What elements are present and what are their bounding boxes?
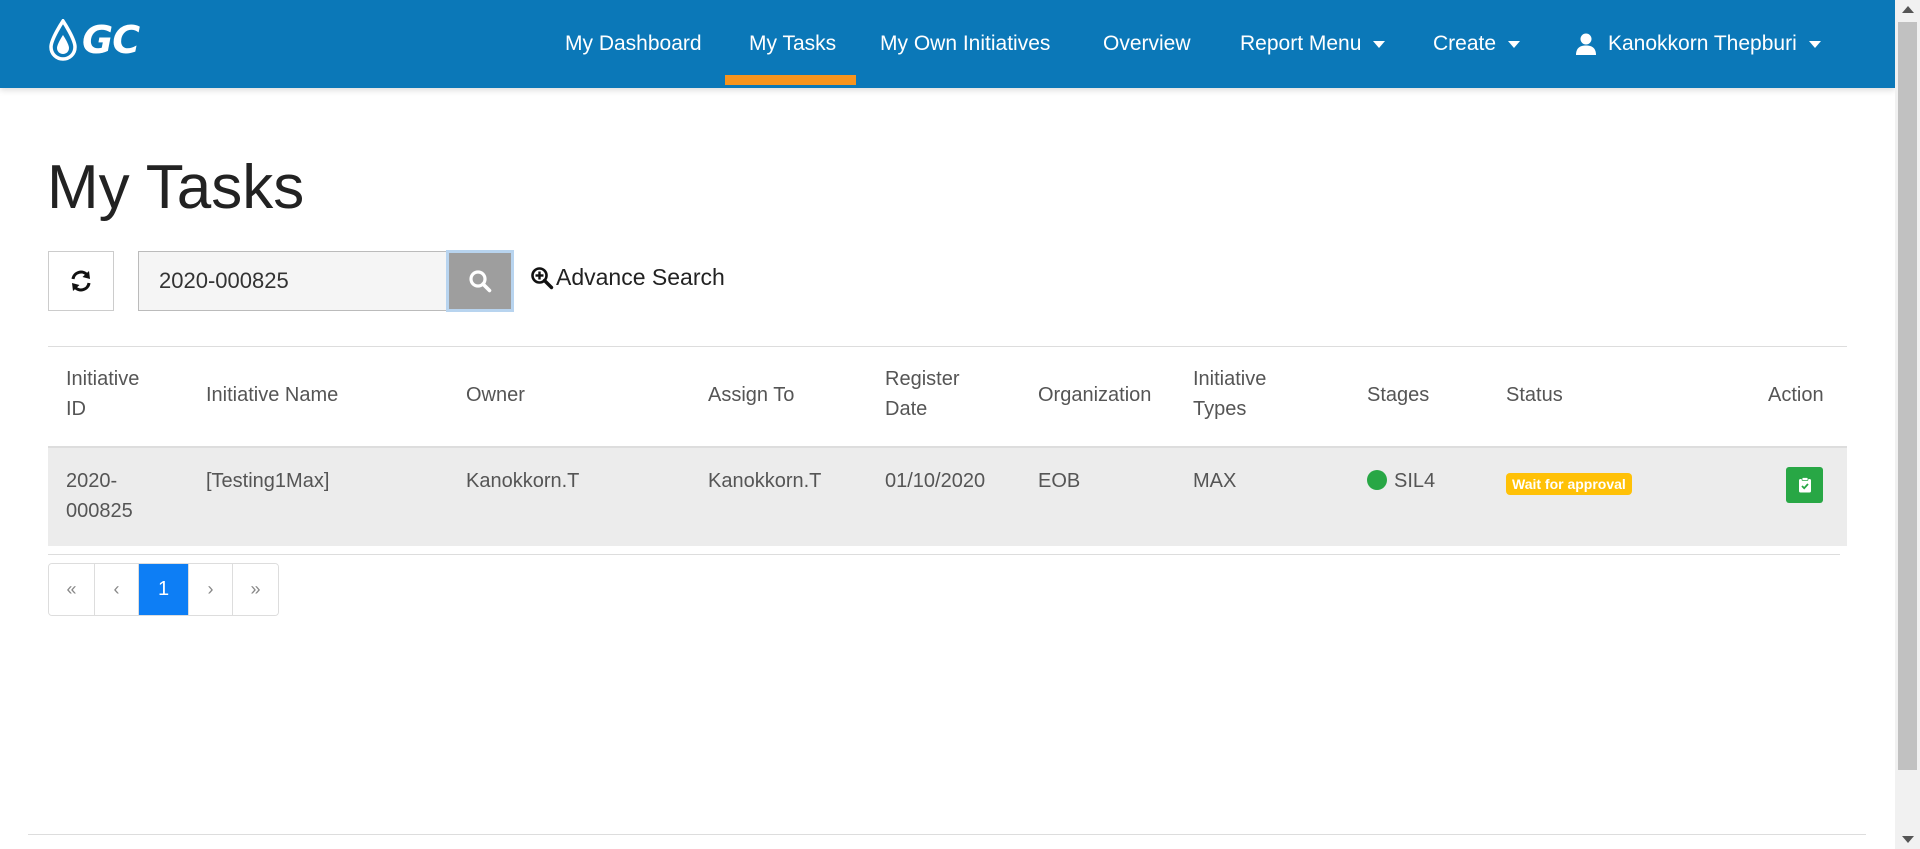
cell-initiative-name: [Testing1Max] [206,470,330,492]
footer-divider [28,834,1866,835]
nav-my-own-initiatives-label: My Own Initiatives [880,32,1051,55]
scroll-thumb[interactable] [1898,22,1917,770]
search-input[interactable] [138,251,448,311]
vertical-scrollbar[interactable] [1895,0,1920,849]
cell-assign-to: Kanokkorn.T [708,470,822,492]
refresh-icon [71,270,91,292]
page-title: My Tasks [47,153,305,222]
advance-search-link[interactable]: Advance Search [530,264,725,291]
header-register-date-line2: Date [885,398,928,420]
caret-down-icon [1508,40,1521,48]
logo-text: GC [82,18,140,62]
zoom-in-icon [530,266,554,290]
clipboard-check-icon [1798,477,1811,493]
header-assign-to[interactable]: Assign To [708,380,794,410]
header-owner[interactable]: Owner [466,380,525,410]
header-organization[interactable]: Organization [1038,380,1151,410]
header-initiative-types[interactable]: Initiative Types [1193,364,1266,424]
advance-search-label: Advance Search [556,264,725,290]
cell-initiative-id-line1: 2020- [66,470,118,492]
cell-owner: Kanokkorn.T [466,470,580,492]
nav-my-own-initiatives[interactable]: My Own Initiatives [880,0,1050,88]
nav-user-menu[interactable]: Kanokkorn Thepburi [1576,0,1821,88]
header-initiative-id-line2: ID [66,398,86,420]
header-initiative-types-line2: Types [1193,398,1247,420]
top-navbar: GC My Dashboard My Tasks My Own Initiati… [0,0,1895,88]
search-icon [469,270,492,293]
caret-down-icon [1808,40,1821,48]
header-register-date-line1: Register [885,368,960,390]
action-button[interactable] [1786,467,1823,503]
user-name: Kanokkorn Thepburi [1608,32,1797,55]
nav-my-dashboard-label: My Dashboard [565,32,702,55]
header-initiative-types-line1: Initiative [1193,368,1267,390]
header-initiative-name[interactable]: Initiative Name [206,380,338,410]
drop-logo-icon [49,19,77,61]
nav-report-menu-label: Report Menu [1240,32,1362,55]
nav-my-dashboard[interactable]: My Dashboard [565,0,702,88]
header-status[interactable]: Status [1506,380,1563,410]
scroll-up-arrow-icon[interactable] [1902,6,1914,13]
page-number-button[interactable]: 1 [139,564,189,615]
gc-logo[interactable]: GC [48,18,180,62]
nav-create[interactable]: Create [1433,0,1521,88]
search-button[interactable] [446,250,514,312]
nav-create-label: Create [1433,32,1497,55]
header-stages[interactable]: Stages [1367,380,1429,410]
pagination: « ‹ 1 › » [48,563,279,616]
nav-overview[interactable]: Overview [1103,0,1191,88]
page-prev-button[interactable]: ‹ [95,564,139,615]
refresh-button[interactable] [48,251,114,311]
header-action: Action [1768,384,1824,406]
header-initiative-id-line1: Initiative [66,368,140,390]
cell-organization: EOB [1038,470,1081,492]
user-icon [1576,33,1596,55]
cell-register-date: 01/10/2020 [885,470,986,492]
stage-status-dot-icon [1367,470,1387,490]
cell-initiative-type: MAX [1193,470,1237,492]
nav-my-tasks-label: My Tasks [749,32,837,55]
header-register-date[interactable]: Register Date [885,364,959,424]
status-badge: Wait for approval [1506,473,1632,495]
nav-overview-label: Overview [1103,32,1191,55]
table-bottom-divider [48,554,1840,555]
cell-stage: SIL4 [1367,466,1435,496]
nav-active-indicator [725,75,856,85]
stage-label: SIL4 [1394,470,1436,492]
page-first-button[interactable]: « [49,564,95,615]
page-last-button[interactable]: » [233,564,278,615]
cell-initiative-id: 2020- 000825 [66,466,133,526]
nav-report-menu[interactable]: Report Menu [1240,0,1386,88]
page-next-button[interactable]: › [189,564,233,615]
cell-initiative-id-line2: 000825 [66,500,133,522]
table-row[interactable] [48,448,1847,546]
caret-down-icon [1373,40,1386,48]
header-initiative-id[interactable]: Initiative ID [66,364,139,424]
scroll-down-arrow-icon[interactable] [1902,836,1914,843]
table-top-divider [48,346,1847,347]
